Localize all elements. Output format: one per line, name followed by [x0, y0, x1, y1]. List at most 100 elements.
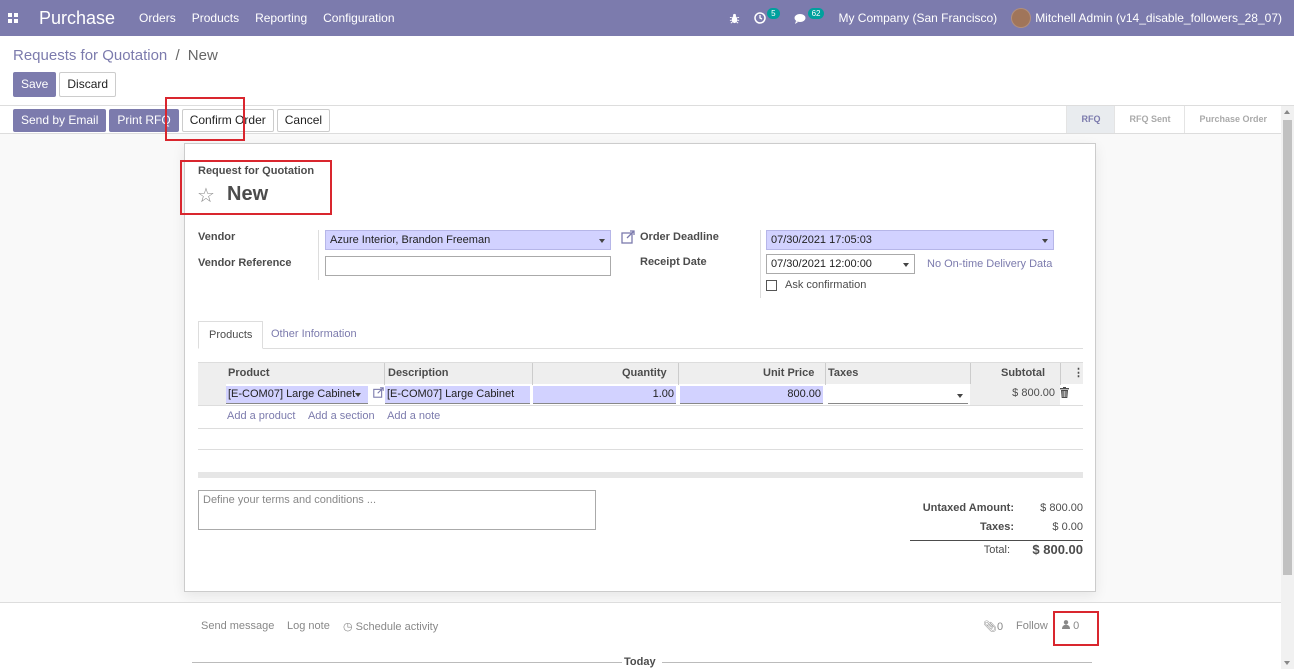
- order-lines-header: Product Description Quantity Unit Price …: [198, 362, 1084, 385]
- add-product-link[interactable]: Add a product: [227, 410, 296, 422]
- total-label: Total:: [983, 544, 1010, 556]
- page-scrollbar[interactable]: [1281, 106, 1294, 669]
- add-line-links: Add a product Add a section Add a note: [227, 410, 450, 422]
- breadcrumb: Requests for Quotation / New: [13, 47, 218, 64]
- column-separator: [384, 363, 385, 385]
- log-note-button[interactable]: Log note: [287, 620, 330, 632]
- ask-confirmation-checkbox[interactable]: [766, 280, 777, 291]
- chevron-down-icon[interactable]: [1042, 239, 1048, 243]
- stage-purchase-order[interactable]: Purchase Order: [1184, 106, 1281, 133]
- on-time-delivery-link[interactable]: No On-time Delivery Data: [927, 258, 1052, 270]
- receipt-date-field[interactable]: 07/30/2021 12:00:00: [766, 254, 915, 274]
- scroll-up-icon[interactable]: [1284, 110, 1290, 114]
- order-line-row[interactable]: [E-COM07] Large Cabinet [E-COM07] Large …: [198, 384, 1083, 406]
- order-deadline-field[interactable]: 07/30/2021 17:05:03: [766, 230, 1054, 250]
- activity-clock-icon[interactable]: 5: [754, 7, 780, 24]
- follow-button[interactable]: Follow: [1016, 620, 1048, 632]
- unit-price-cell-input[interactable]: 800.00: [680, 386, 823, 404]
- vendor-label: Vendor: [198, 231, 236, 243]
- menu-configuration[interactable]: Configuration: [323, 11, 394, 25]
- external-link-icon[interactable]: [621, 230, 635, 247]
- order-deadline-value: 07/30/2021 17:05:03: [771, 234, 872, 246]
- save-button[interactable]: Save: [13, 72, 57, 97]
- paperclip-icon: 📎︎: [983, 621, 997, 633]
- description-cell-input[interactable]: [E-COM07] Large Cabinet: [385, 386, 530, 404]
- vendor-reference-label: Vendor Reference: [198, 257, 292, 269]
- quantity-cell-input[interactable]: 1.00: [533, 386, 676, 404]
- messages-chat-icon[interactable]: 62: [794, 7, 825, 24]
- tab-products[interactable]: Products: [198, 321, 264, 349]
- stage-rfq-sent[interactable]: RFQ Sent: [1114, 106, 1184, 133]
- vendor-reference-input[interactable]: [325, 256, 611, 276]
- column-options-icon[interactable]: ⋮: [1073, 363, 1084, 385]
- followers-button[interactable]: 0: [1062, 620, 1079, 632]
- form-statusbar: Send by Email Print RFQ Confirm Order Ca…: [0, 106, 1281, 134]
- taxes-value: $ 0.00: [1052, 521, 1083, 533]
- stage-pipeline: RFQ RFQ Sent Purchase Order: [1066, 106, 1281, 133]
- vendor-value: Azure Interior, Brandon Freeman: [330, 234, 491, 246]
- chatter: Send message Log note ◷ Schedule activit…: [0, 602, 1281, 669]
- notebook-tabs: Products Other Information: [198, 321, 1083, 349]
- send-message-button[interactable]: Send message: [201, 620, 274, 632]
- breadcrumb-parent[interactable]: Requests for Quotation: [13, 47, 167, 64]
- subtotal-cell: $ 800.00: [1012, 387, 1055, 399]
- breadcrumb-current: New: [187, 47, 218, 64]
- user-avatar: [1011, 8, 1032, 28]
- field-separator: [318, 230, 319, 280]
- terms-conditions-input[interactable]: Define your terms and conditions ...: [198, 490, 596, 530]
- schedule-activity-label: Schedule activity: [355, 621, 439, 633]
- user-menu[interactable]: Mitchell Admin (v14_disable_followers_28…: [1011, 8, 1282, 28]
- column-product[interactable]: Product: [228, 363, 270, 385]
- app-name[interactable]: Purchase: [39, 8, 115, 29]
- product-cell-input[interactable]: [E-COM07] Large Cabinet: [226, 386, 368, 404]
- star-icon[interactable]: ☆: [197, 183, 215, 208]
- messages-badge: 62: [807, 7, 825, 19]
- debug-bug-icon[interactable]: [729, 13, 740, 24]
- chevron-down-icon[interactable]: [599, 239, 605, 243]
- scroll-thumb[interactable]: [1283, 120, 1292, 575]
- vendor-field[interactable]: Azure Interior, Brandon Freeman: [325, 230, 611, 250]
- field-separator: [760, 230, 761, 298]
- totals-divider: [910, 540, 1083, 541]
- discard-button[interactable]: Discard: [59, 72, 117, 97]
- column-taxes[interactable]: Taxes: [828, 363, 858, 385]
- scroll-down-icon[interactable]: [1284, 661, 1290, 665]
- menu-reporting[interactable]: Reporting: [255, 11, 307, 25]
- column-separator: [532, 363, 533, 385]
- taxes-cell-input[interactable]: [828, 386, 968, 404]
- date-divider-right: [662, 662, 1092, 663]
- breadcrumb-separator: /: [175, 47, 180, 64]
- chevron-down-icon[interactable]: [957, 394, 963, 398]
- app-menu-icon[interactable]: [0, 0, 26, 36]
- attachments-button[interactable]: 📎︎0: [983, 620, 1003, 633]
- column-quantity[interactable]: Quantity: [622, 363, 667, 385]
- company-switcher[interactable]: My Company (San Francisco): [838, 11, 997, 25]
- column-description[interactable]: Description: [388, 363, 449, 385]
- schedule-activity-button[interactable]: ◷ Schedule activity: [343, 620, 438, 633]
- print-rfq-button[interactable]: Print RFQ: [109, 109, 179, 132]
- receipt-date-value: 07/30/2021 12:00:00: [771, 258, 872, 270]
- top-navbar: Purchase Orders Products Reporting Confi…: [0, 0, 1294, 36]
- column-unit-price[interactable]: Unit Price: [763, 363, 814, 385]
- stage-rfq[interactable]: RFQ: [1066, 106, 1115, 133]
- add-section-link[interactable]: Add a section: [308, 410, 375, 422]
- menu-products[interactable]: Products: [192, 11, 239, 25]
- document-type-label: Request for Quotation: [198, 165, 315, 177]
- external-link-icon[interactable]: [373, 387, 384, 401]
- attachments-count: 0: [996, 621, 1004, 633]
- tab-other-information[interactable]: Other Information: [261, 321, 367, 349]
- taxes-label: Taxes:: [979, 521, 1014, 533]
- document-name: New: [227, 183, 269, 205]
- send-by-email-button[interactable]: Send by Email: [13, 109, 107, 132]
- chevron-down-icon[interactable]: [903, 263, 909, 267]
- cancel-button[interactable]: Cancel: [276, 109, 331, 132]
- confirm-order-button[interactable]: Confirm Order: [181, 109, 274, 132]
- followers-count: 0: [1073, 620, 1080, 632]
- menu-orders[interactable]: Orders: [139, 11, 176, 25]
- order-deadline-label: Order Deadline: [640, 231, 719, 243]
- chevron-down-icon[interactable]: [355, 393, 361, 397]
- add-note-link[interactable]: Add a note: [387, 410, 440, 422]
- clock-icon: ◷: [343, 621, 353, 633]
- trash-icon[interactable]: [1060, 387, 1069, 401]
- column-subtotal[interactable]: Subtotal: [1001, 363, 1045, 385]
